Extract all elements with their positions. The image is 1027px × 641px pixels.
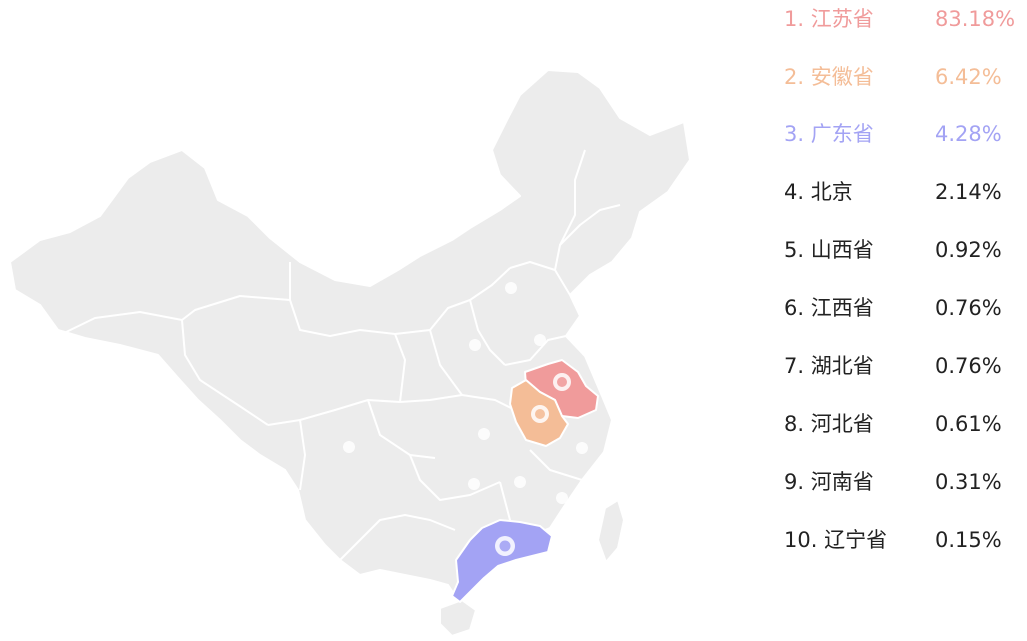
ranking-value: 0.15%	[935, 528, 1002, 552]
ranking-row[interactable]: 6. 江西省 0.76%	[784, 293, 1024, 323]
ranking-label: 5. 山西省	[784, 238, 874, 262]
marker-henan[interactable]	[343, 441, 355, 453]
ranking-label: 7. 湖北省	[784, 354, 874, 378]
marker-hebei[interactable]	[534, 334, 546, 346]
ranking-value: 4.28%	[935, 122, 1002, 146]
ranking-value: 2.14%	[935, 180, 1002, 204]
ranking-row[interactable]: 1. 江苏省 83.18%	[784, 4, 1024, 34]
ranking-row[interactable]: 5. 山西省 0.92%	[784, 235, 1024, 265]
ranking-row[interactable]: 7. 湖北省 0.76%	[784, 351, 1024, 381]
china-map	[9, 69, 691, 637]
marker-guangdong[interactable]	[495, 536, 515, 556]
ranking-value: 0.92%	[935, 238, 1002, 262]
ranking-label: 2. 安徽省	[784, 65, 874, 89]
marker-anhui[interactable]	[531, 405, 549, 423]
ranking-label: 1. 江苏省	[784, 7, 874, 31]
ranking-value: 6.42%	[935, 65, 1002, 89]
ranking-label: 4. 北京	[784, 180, 853, 204]
marker-extra-2[interactable]	[556, 492, 568, 504]
marker-jiangxi[interactable]	[514, 476, 526, 488]
ranking-value: 0.31%	[935, 470, 1002, 494]
marker-beijing[interactable]	[505, 282, 517, 294]
ranking-row[interactable]: 2. 安徽省 6.42%	[784, 62, 1024, 92]
ranking-label: 8. 河北省	[784, 412, 874, 436]
ranking-label: 9. 河南省	[784, 470, 874, 494]
marker-shanxi[interactable]	[469, 339, 481, 351]
taiwan-shape	[597, 499, 625, 563]
ranking-row[interactable]: 9. 河南省 0.31%	[784, 467, 1024, 497]
ranking-label: 6. 江西省	[784, 296, 874, 320]
ranking-row[interactable]: 3. 广东省 4.28%	[784, 119, 1024, 149]
ranking-value: 0.76%	[935, 296, 1002, 320]
ranking-value: 0.76%	[935, 354, 1002, 378]
ranking-row[interactable]: 4. 北京 2.14%	[784, 177, 1024, 207]
ranking-label: 3. 广东省	[784, 122, 874, 146]
ranking-value: 83.18%	[935, 7, 1016, 31]
marker-hubei[interactable]	[478, 428, 490, 440]
ranking-row[interactable]: 8. 河北省 0.61%	[784, 409, 1024, 439]
hainan-shape	[439, 599, 477, 637]
china-mainland-shape	[9, 69, 691, 601]
marker-extra-1[interactable]	[468, 478, 480, 490]
ranking-value: 0.61%	[935, 412, 1002, 436]
marker-jiangsu[interactable]	[553, 373, 571, 391]
marker-liaoning[interactable]	[576, 442, 588, 454]
ranking-label: 10. 辽宁省	[784, 528, 888, 552]
ranking-row[interactable]: 10. 辽宁省 0.15%	[784, 525, 1024, 555]
